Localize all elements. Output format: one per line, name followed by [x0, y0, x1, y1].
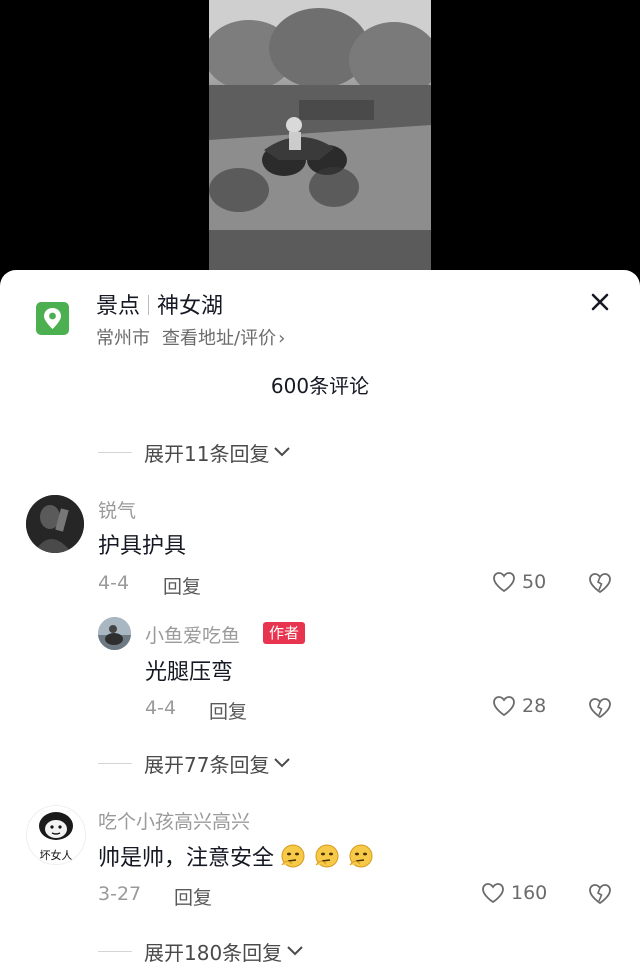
chevron-down-icon	[287, 946, 303, 956]
location-city: 常州市	[96, 328, 150, 349]
comment-date: 4-4	[98, 572, 130, 594]
reply-date: 4-4	[145, 697, 177, 719]
comment-username[interactable]: 锐气	[98, 496, 136, 523]
heart-outline-icon	[493, 572, 515, 593]
reply-button[interactable]: 回复	[163, 572, 201, 599]
location-name: 神女湖	[157, 294, 224, 319]
expand-replies-button[interactable]: 展开180条回复	[98, 936, 304, 966]
like-count: 28	[522, 695, 547, 717]
comment-text: 护具护具	[98, 534, 187, 559]
divider-line	[98, 762, 132, 764]
broken-heart-icon	[589, 884, 611, 905]
dislike-button[interactable]	[588, 883, 612, 909]
divider-line	[98, 451, 132, 453]
like-button[interactable]: 50	[492, 571, 546, 593]
chevron-down-icon	[274, 447, 291, 457]
reply-button[interactable]: 回复	[209, 697, 247, 724]
thinking-face-emoji	[281, 844, 305, 868]
reply-button[interactable]: 回复	[174, 883, 212, 910]
expand-replies-button[interactable]: 展开77条回复	[98, 748, 291, 778]
comment-count: 600条评论	[270, 374, 370, 398]
like-count: 50	[522, 571, 547, 593]
map-pin-icon[interactable]	[36, 302, 69, 335]
location-category: 景点	[96, 294, 141, 319]
thinking-face-emoji	[349, 844, 373, 868]
broken-heart-icon	[589, 698, 611, 719]
chevron-right-icon: ›	[278, 328, 286, 349]
avatar[interactable]: 坏女人	[26, 805, 86, 865]
expand-replies-button[interactable]: 展开11条回复	[98, 437, 291, 467]
divider-line	[98, 950, 132, 952]
title-divider	[148, 295, 150, 315]
expand-replies-label: 展开180条回复	[144, 940, 283, 965]
video-thumbnail[interactable]	[209, 0, 431, 272]
chevron-down-icon	[274, 758, 291, 768]
expand-replies-label: 展开11条回复	[144, 441, 270, 466]
like-button[interactable]: 28	[492, 695, 546, 717]
heart-outline-icon	[482, 883, 504, 904]
avatar-caption: 坏女人	[39, 849, 73, 862]
location-subtitle[interactable]: 常州市 查看地址/评价 ›	[96, 324, 285, 350]
expand-replies-label: 展开77条回复	[144, 752, 270, 777]
video-preview-area[interactable]	[0, 0, 640, 272]
avatar[interactable]	[26, 495, 84, 553]
reply-username[interactable]: 小鱼爱吃鱼	[145, 621, 240, 648]
comment-text-row: 帅是帅，注意安全	[98, 840, 376, 872]
comment-date: 3-27	[98, 883, 142, 905]
video-thumbnail-image	[209, 0, 431, 272]
avatar[interactable]	[98, 617, 131, 650]
heart-outline-icon	[493, 696, 515, 717]
close-button[interactable]	[586, 288, 614, 316]
broken-heart-icon	[589, 573, 611, 594]
thinking-face-emoji	[315, 844, 339, 868]
reply-text: 光腿压弯	[145, 660, 234, 685]
author-badge: 作者	[263, 622, 306, 644]
view-address-link[interactable]: 查看地址/评价	[162, 328, 276, 349]
comments-panel: 景点 神女湖 常州市 查看地址/评价 › 600条评论 展开11条回复 锐气 护具护具…	[0, 270, 640, 968]
like-count: 160	[511, 882, 548, 904]
comment-text: 帅是帅，注意安全	[98, 846, 275, 871]
like-button[interactable]: 160	[481, 882, 547, 904]
location-title[interactable]: 景点 神女湖	[96, 288, 223, 320]
dislike-button[interactable]	[588, 572, 612, 598]
dislike-button[interactable]	[588, 697, 612, 723]
comment-username[interactable]: 吃个小孩高兴高兴	[98, 807, 250, 834]
close-icon	[591, 293, 609, 311]
